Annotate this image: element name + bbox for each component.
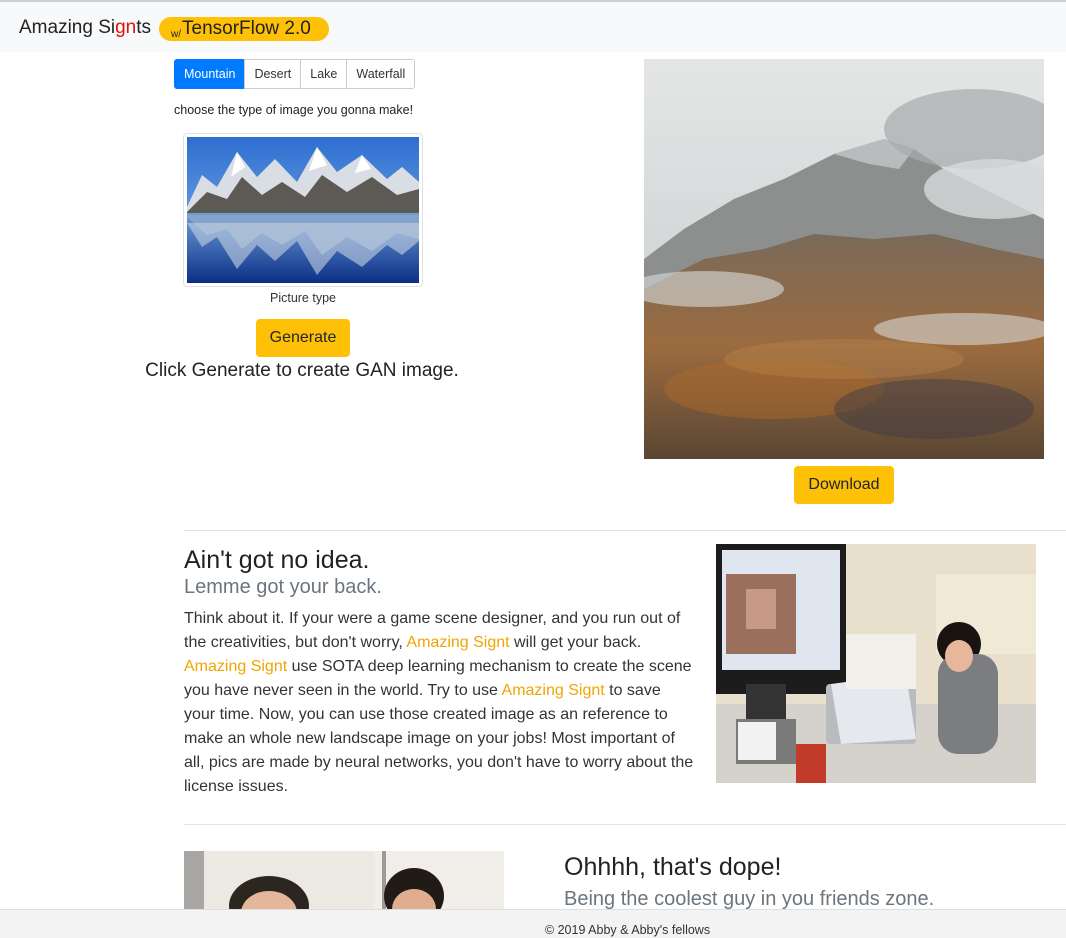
brand-text-1: Amazing Si: [19, 17, 116, 38]
brand-link[interactable]: Amazing Signts: [19, 17, 151, 39]
tensorflow-badge: w/TensorFlow 2.0: [159, 17, 329, 41]
section2-title: Ohhhh, that's dope!: [564, 853, 782, 881]
section2-subtitle: Being the coolest guy in you friends zon…: [564, 888, 935, 910]
type-hint-text: choose the type of image you gonna make!: [174, 103, 414, 117]
brand-text-red: gn: [115, 17, 137, 38]
download-button[interactable]: Download: [794, 466, 894, 504]
generate-hint-text: Click Generate to create GAN image.: [145, 360, 459, 381]
generated-gan-image: [644, 59, 1044, 459]
badge-prefix: w/: [171, 29, 181, 40]
type-button-mountain[interactable]: Mountain: [174, 59, 246, 89]
navbar: Amazing Signts w/TensorFlow 2.0: [0, 0, 1066, 52]
section-divider-2: [184, 824, 1066, 825]
image-type-selector: Mountain Desert Lake Waterfall: [174, 59, 416, 89]
mountain-lake-image: [187, 137, 419, 283]
amazing-signt-link-2[interactable]: Amazing Signt: [184, 658, 287, 675]
badge-text: TensorFlow 2.0: [182, 18, 311, 39]
section1-text-2: will get your back.: [509, 634, 642, 651]
brand-text-2: ts: [136, 17, 152, 38]
picture-type-thumbnail: [183, 133, 423, 287]
section1-subtitle: Lemme got your back.: [184, 576, 382, 598]
section1-paragraph: Think about it. If your were a game scen…: [184, 607, 694, 799]
type-button-lake[interactable]: Lake: [300, 59, 348, 89]
type-button-desert[interactable]: Desert: [244, 59, 302, 89]
amazing-signt-link-1[interactable]: Amazing Signt: [406, 634, 509, 651]
type-button-waterfall[interactable]: Waterfall: [346, 59, 416, 89]
thumbnail-caption: Picture type: [269, 291, 336, 305]
section1-title: Ain't got no idea.: [184, 546, 370, 574]
office-photo: [716, 544, 1036, 783]
section-divider: [184, 530, 1066, 531]
amazing-signt-link-3[interactable]: Amazing Signt: [502, 682, 605, 699]
generate-button[interactable]: Generate: [256, 319, 350, 357]
copyright-text: © 2019 Abby & Abby's fellows: [544, 923, 711, 937]
footer: © 2019 Abby & Abby's fellows: [0, 909, 1066, 938]
